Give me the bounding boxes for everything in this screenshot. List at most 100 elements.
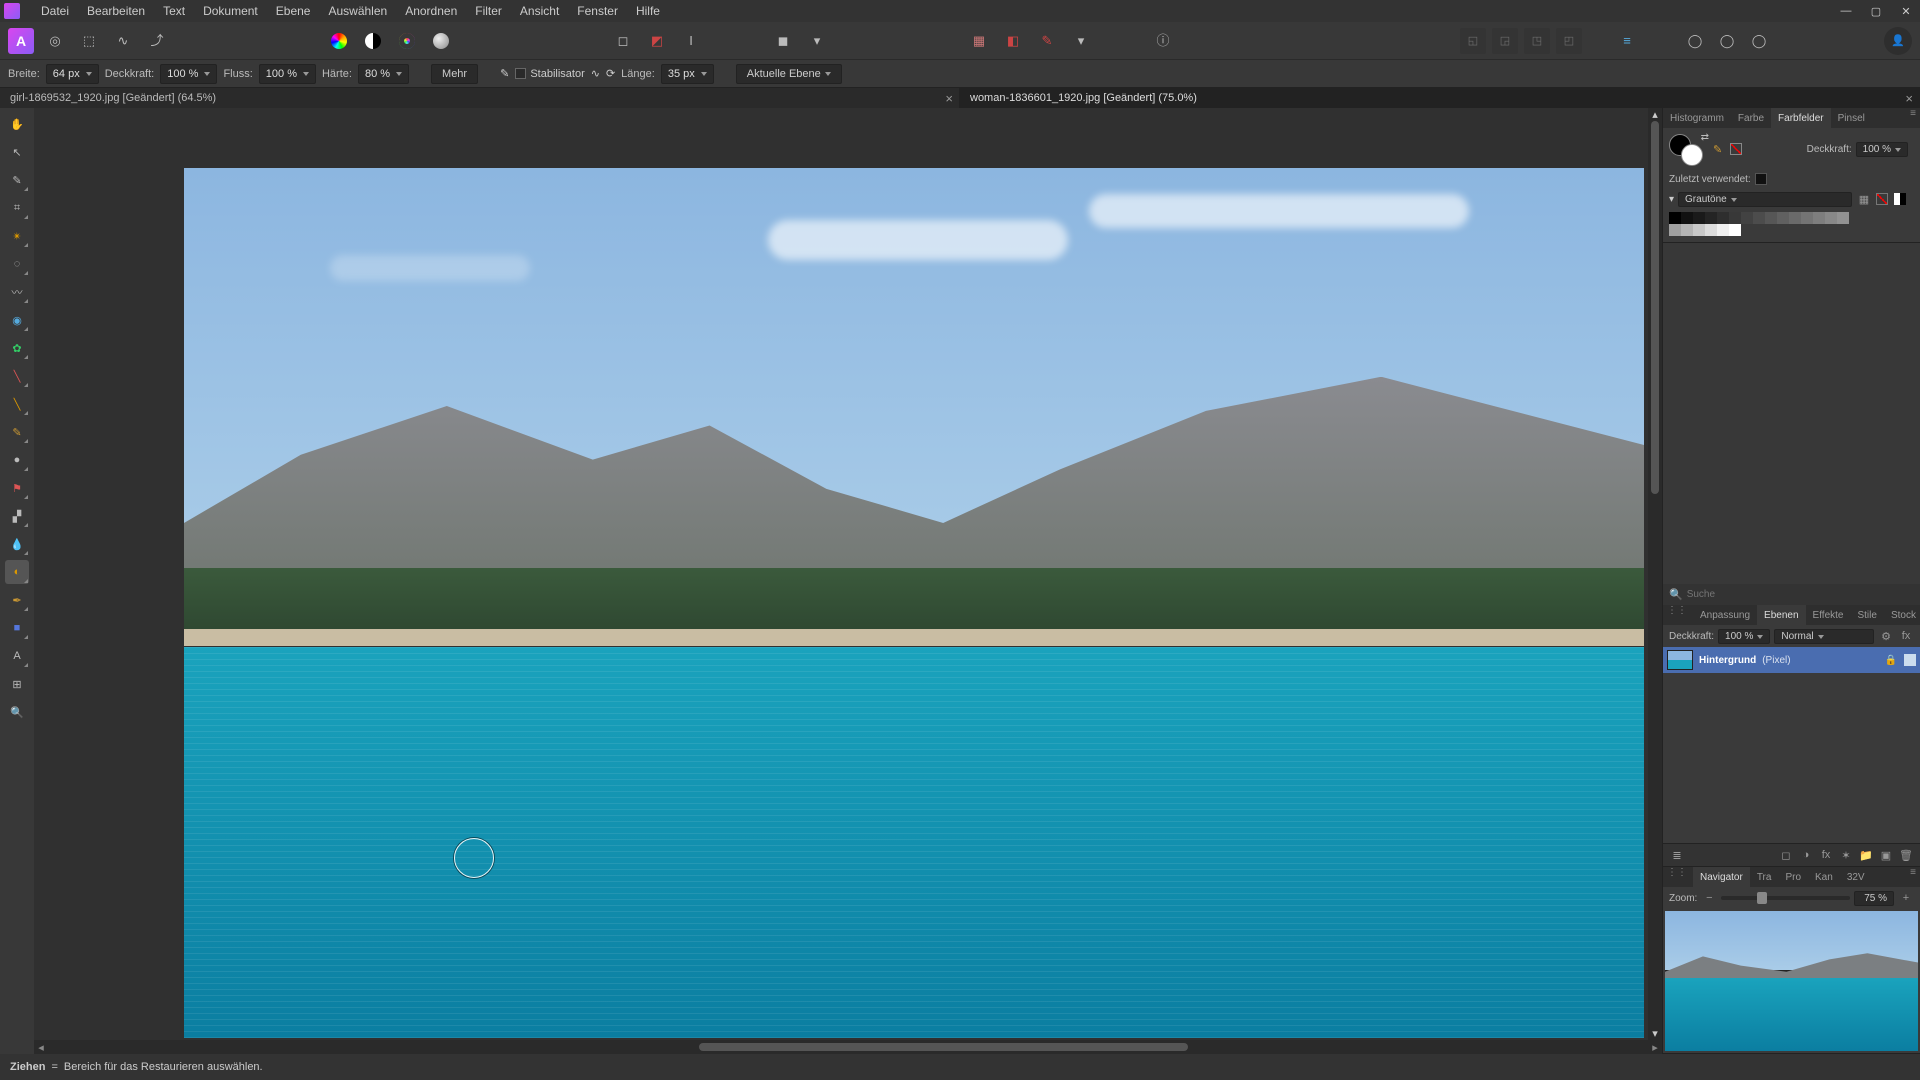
menu-ansicht[interactable]: Ansicht — [511, 4, 568, 18]
swatch-opacity-field[interactable]: 100 % — [1856, 142, 1908, 157]
palette-grid-icon[interactable]: ▦ — [1856, 191, 1872, 207]
info-icon[interactable]: ⓘ — [1150, 28, 1176, 54]
quickmask-dropdown-icon[interactable]: ▾ — [804, 28, 830, 54]
opacity-field[interactable]: 100 % — [160, 64, 217, 84]
eyedropper-icon[interactable]: ✎ — [1713, 143, 1722, 156]
grayscale-icon[interactable] — [360, 28, 386, 54]
cloud-3-icon[interactable]: ◯ — [1746, 28, 1772, 54]
zoom-in-icon[interactable]: + — [1898, 890, 1914, 906]
smudge-tool-icon[interactable]: 💧 — [5, 532, 29, 556]
layers-mode-icon[interactable]: ≣ — [1669, 847, 1685, 863]
layer-opacity-field[interactable]: 100 % — [1718, 629, 1770, 644]
persona-liquify-icon[interactable]: ◎ — [42, 28, 68, 54]
tab-stock[interactable]: Stock — [1884, 605, 1920, 625]
layer-fx-icon[interactable]: fx — [1898, 628, 1914, 644]
document-canvas[interactable] — [184, 168, 1644, 1038]
layers-search[interactable]: 🔍 — [1663, 584, 1920, 605]
menu-hilfe[interactable]: Hilfe — [627, 4, 669, 18]
tab-farbe[interactable]: Farbe — [1731, 108, 1771, 128]
window-maximize-button[interactable]: ▢ — [1866, 3, 1886, 19]
flood-tool-icon[interactable]: ◉ — [5, 308, 29, 332]
panel-menu-icon[interactable]: ≡ — [1906, 108, 1920, 128]
move-tool-icon[interactable]: ↖ — [5, 140, 29, 164]
persona-export-icon[interactable]: ⤴ — [144, 28, 170, 54]
tab-anpassung[interactable]: Anpassung — [1693, 605, 1757, 625]
dodge-tool-icon[interactable]: ● — [5, 448, 29, 472]
add-layer-icon[interactable]: ▣ — [1878, 847, 1894, 863]
blend-mode-select[interactable]: Normal — [1774, 629, 1874, 644]
zoom-value[interactable]: 75 % — [1854, 891, 1894, 906]
mask-icon[interactable]: ◻ — [1778, 847, 1794, 863]
window-minimize-button[interactable]: — — [1836, 3, 1856, 19]
layer-visible-checkbox[interactable]: ✓ — [1904, 654, 1916, 666]
tab-effekte[interactable]: Effekte — [1806, 605, 1851, 625]
foreground-background-colors[interactable]: ⇄ — [1669, 134, 1705, 164]
layers-panel-handle-icon[interactable]: ⋮⋮ — [1663, 605, 1691, 625]
more-button[interactable]: Mehr — [431, 64, 478, 84]
swap-colors-icon[interactable]: ⇄ — [1701, 132, 1709, 143]
layers-search-input[interactable] — [1687, 589, 1914, 600]
inpainting-tool-icon[interactable]: ◐ — [5, 560, 29, 584]
tab-farbfelder[interactable]: Farbfelder — [1771, 108, 1831, 128]
crop-tool-icon[interactable]: ⌗ — [5, 196, 29, 220]
selection-cross-icon[interactable]: ◩ — [644, 28, 670, 54]
lasso-tool-icon[interactable]: 〰 — [5, 280, 29, 304]
menu-text[interactable]: Text — [154, 4, 194, 18]
eraser-tool-icon[interactable]: ▞ — [5, 504, 29, 528]
marquee-tool-icon[interactable]: ◌ — [5, 252, 29, 276]
swatch-row-dark[interactable] — [1669, 212, 1914, 224]
crop-dropdown-icon[interactable]: ▾ — [1068, 28, 1094, 54]
hardness-field[interactable]: 80 % — [358, 64, 409, 84]
color-picker-tool-icon[interactable]: ✎ — [5, 168, 29, 192]
target-layer-dropdown[interactable]: Aktuelle Ebene — [736, 64, 842, 84]
swatch-row-light[interactable] — [1669, 224, 1914, 236]
length-field[interactable]: 35 px — [661, 64, 714, 84]
menu-anordnen[interactable]: Anordnen — [396, 4, 466, 18]
color-wheel-icon[interactable] — [326, 28, 352, 54]
persona-tone-icon[interactable]: ∿ — [110, 28, 136, 54]
palette-select[interactable]: Grautöne — [1678, 192, 1852, 207]
split-view-icon[interactable]: ◧ — [1000, 28, 1026, 54]
palette-dropdown-icon[interactable]: ▾ — [1669, 194, 1674, 205]
document-tab-2-close-icon[interactable]: × — [1905, 91, 1913, 106]
navigator-preview[interactable] — [1665, 911, 1918, 1051]
tab-kan[interactable]: Kan — [1808, 867, 1840, 887]
tab-tra[interactable]: Tra — [1750, 867, 1779, 887]
width-field[interactable]: 64 px — [46, 64, 99, 84]
tab-stile[interactable]: Stile — [1850, 605, 1883, 625]
zoom-tool-icon[interactable]: 🔍 — [5, 700, 29, 724]
cloud-2-icon[interactable]: ◯ — [1714, 28, 1740, 54]
brush-orange-tool-icon[interactable]: ╲ — [5, 392, 29, 416]
menu-fenster[interactable]: Fenster — [568, 4, 627, 18]
pressure-icon[interactable]: ✎ — [500, 67, 509, 80]
window-mode-icon[interactable]: ⟳ — [606, 67, 615, 80]
tab-ebenen[interactable]: Ebenen — [1757, 605, 1805, 625]
cloud-1-icon[interactable]: ◯ — [1682, 28, 1708, 54]
quickmask-icon[interactable]: ◼ — [770, 28, 796, 54]
brush-red-tool-icon[interactable]: ╲ — [5, 364, 29, 388]
zoom-slider[interactable] — [1721, 896, 1850, 900]
layer-gear-icon[interactable]: ⚙ — [1878, 628, 1894, 644]
group-icon[interactable]: 📁 — [1858, 847, 1874, 863]
mesh-tool-icon[interactable]: ⊞ — [5, 672, 29, 696]
crop-tool-icon[interactable]: ✎ — [1034, 28, 1060, 54]
text-tool-icon[interactable]: A — [5, 644, 29, 668]
document-tab-2[interactable]: woman-1836601_1920.jpg [Geändert] (75.0%… — [960, 88, 1920, 108]
document-tab-1[interactable]: girl-1869532_1920.jpg [Geändert] (64.5%)… — [0, 88, 960, 108]
adjustment-icon[interactable]: ◑ — [1798, 847, 1814, 863]
document-tab-1-close-icon[interactable]: × — [945, 91, 953, 106]
delete-layer-icon[interactable]: 🗑 — [1898, 847, 1914, 863]
menu-ebene[interactable]: Ebene — [267, 4, 320, 18]
window-close-button[interactable]: ✕ — [1896, 3, 1916, 19]
horizontal-scrollbar[interactable]: ◂▸ — [34, 1040, 1662, 1054]
persona-photo-icon[interactable]: A — [8, 28, 34, 54]
menu-auswaehlen[interactable]: Auswählen — [319, 4, 396, 18]
rope-mode-icon[interactable]: ∿ — [591, 67, 600, 80]
shape-tool-icon[interactable]: ■ — [5, 616, 29, 640]
persona-develop-icon[interactable]: ⬚ — [76, 28, 102, 54]
menu-dokument[interactable]: Dokument — [194, 4, 267, 18]
live-filter-icon[interactable]: ✶ — [1838, 847, 1854, 863]
stabilizer-checkbox[interactable]: Stabilisator — [515, 68, 584, 80]
nav-panel-menu-icon[interactable]: ≡ — [1906, 867, 1920, 887]
none-swatch-icon[interactable] — [1730, 143, 1742, 155]
